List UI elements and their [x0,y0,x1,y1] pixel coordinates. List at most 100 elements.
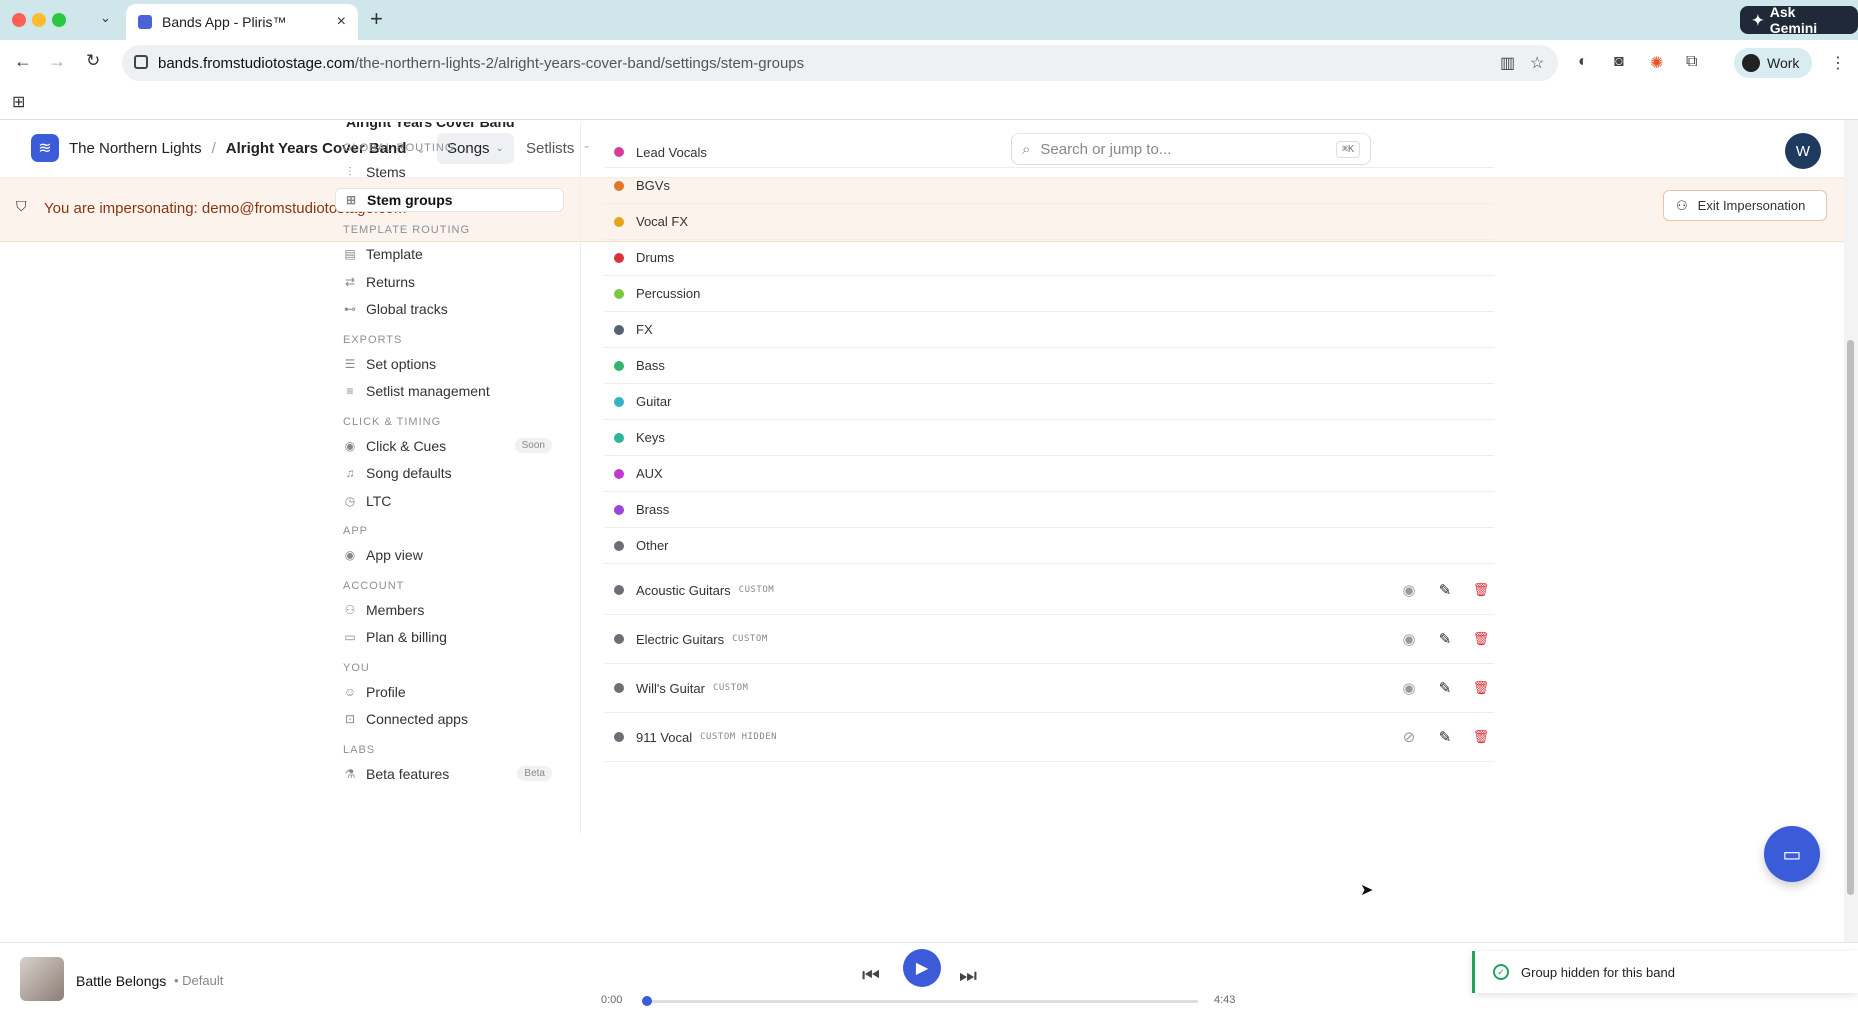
bookmark-star-icon[interactable]: ☆ [1530,53,1544,73]
eye-icon[interactable]: ◉ [1400,679,1418,697]
sidebar-item-global-tracks[interactable]: ⊷ Global tracks [335,297,564,321]
sidebar-section-heading: CLICK & TIMING [343,415,442,428]
sidebar-item-label: Beta features [366,765,450,782]
sidebar-item-returns[interactable]: ⇄ Returns [335,270,564,294]
minimize-window-button[interactable] [32,13,46,27]
previous-track-icon[interactable]: ⏮ [862,965,880,988]
sidebar-item-profile[interactable]: ☺ Profile [335,680,564,704]
chat-support-button[interactable]: ▭ [1764,826,1820,882]
color-dot-icon [614,324,624,335]
song-title[interactable]: Battle Belongs [76,973,166,989]
time-total: 4:43 [1214,994,1236,1006]
stem-group-name: 911 Vocal [636,729,693,745]
stem-group-name: Bass [636,358,665,373]
eye-off-icon[interactable]: ⊘ [1400,728,1418,746]
sidebar-item-ltc[interactable]: ◷ LTC [335,489,564,513]
custom-tag: CUSTOM [738,585,775,595]
sidebar-item-badge: Beta [517,766,552,781]
sidebar-item-connected-apps[interactable]: ⊡ Connected apps [335,707,564,731]
apps-grid-icon[interactable]: ⊞ [12,92,25,112]
pencil-icon[interactable]: ✎ [1436,581,1454,599]
stem-group-name: AUX [636,466,663,481]
maximize-window-button[interactable] [52,13,66,27]
profile-avatar [1742,54,1760,72]
song-artwork [20,957,64,1001]
eye-icon[interactable]: ◉ [1400,630,1418,648]
site-settings-icon[interactable] [134,55,148,69]
check-circle-icon: ✓ [1493,964,1509,980]
extension-icon[interactable]: ◐ [1578,53,1588,71]
chevron-down-icon: ⌄ [582,140,591,151]
trash-icon[interactable]: 🗑 [1472,729,1490,745]
stem-group-row: Brass [604,492,1494,528]
sidebar-item-beta-features[interactable]: ⚗ Beta features Beta [335,762,564,786]
stem-group-row: Vocal FX [604,204,1494,240]
sidebar-item-click-cues[interactable]: ◉ Click & Cues Soon [335,434,564,458]
browser-menu-icon[interactable]: ⋮ [1830,53,1846,73]
sidebar-item-label: Connected apps [366,711,468,727]
sidebar-item-stem-groups[interactable]: ⊞ Stem groups [335,187,564,212]
custom-stem-group-row: Acoustic Guitars CUSTOM ◉ ✎ 🗑 [604,566,1494,615]
progress-knob[interactable] [642,996,652,1006]
sidebar-item-app-view[interactable]: ◉ App view [335,543,564,567]
trash-icon[interactable]: 🗑 [1472,631,1490,647]
scrollbar-thumb[interactable] [1847,340,1854,895]
flask-icon: ⚗ [344,766,356,781]
ask-gemini-button[interactable]: ✦ Ask Gemini [1740,4,1858,36]
close-tab-icon[interactable]: × [337,13,346,31]
trash-icon[interactable]: 🗑 [1472,582,1490,598]
address-bar[interactable]: bands.fromstudiotostage.com/the-northern… [122,45,1558,81]
sidebar-item-label: Members [366,601,425,618]
eye-icon[interactable]: ◉ [1400,581,1418,599]
exit-impersonation-button[interactable]: ⚇ Exit Impersonation [1663,190,1827,221]
back-arrow-icon[interactable]: ← [14,51,32,72]
close-window-button[interactable] [12,13,26,27]
sidebar-item-label: Stem groups [367,191,453,208]
browser-tab[interactable]: Bands App - Pliris™ × [126,4,358,40]
sidebar-item-set-options[interactable]: ☰ Set options [335,352,564,376]
chat-icon: ▭ [1782,843,1802,866]
progress-slider[interactable] [642,996,1198,1006]
reload-icon[interactable]: ↻ [86,51,100,71]
stem-group-name: Will's Guitar [636,680,705,696]
sidebar-item-stems[interactable]: ⫶ Stems [335,160,564,184]
app-logo-icon[interactable]: ≋ [31,134,59,162]
sidebar-item-template[interactable]: ▤ Template [335,242,564,266]
custom-stem-group-row: Will's Guitar CUSTOM ◉ ✎ 🗑 [604,664,1494,713]
camera-icon[interactable]: ◙ [1614,53,1624,71]
play-button[interactable]: ▶ [903,949,941,987]
stem-groups-list: Lead Vocals BGVs Vocal FX Drums Percussion FX… [604,122,1494,834]
sidebar-item-setlist-management[interactable]: ≡ Setlist management [335,379,564,403]
stem-group-name: Drums [636,250,675,265]
sidebar-item-plan-billing[interactable]: ▭ Plan & billing [335,625,564,649]
pencil-icon[interactable]: ✎ [1436,630,1454,648]
trash-icon[interactable]: 🗑 [1472,680,1490,696]
time-current: 0:00 [601,994,623,1006]
tab-list-chevron-icon[interactable]: ⌄ [100,10,111,26]
extensions-puzzle-icon[interactable]: ⧉ [1686,53,1697,71]
next-track-icon[interactable]: ⏭ [959,965,977,988]
color-dot-icon [614,288,624,299]
sidebar-item-song-defaults[interactable]: ♫ Song defaults [335,461,564,485]
sidebar-item-members[interactable]: ⚇ Members [335,598,564,622]
breadcrumb-org[interactable]: The Northern Lights [69,140,202,157]
stem-group-row: Lead Vocals [604,137,1494,168]
favicon-icon [138,15,152,29]
stem-group-name: Guitar [636,394,672,409]
new-tab-button[interactable]: + [370,6,383,32]
user-avatar[interactable]: W [1785,133,1821,169]
color-dot-icon [614,468,624,479]
reader-mode-icon[interactable]: ▥ [1500,53,1515,73]
row-actions: ◉ ✎ 🗑 [1400,581,1490,599]
pencil-icon[interactable]: ✎ [1436,728,1454,746]
sidebar-band-title[interactable]: Alright Years Cover Band [346,122,515,130]
sliders-icon: ☰ [344,356,356,371]
sidebar-section-heading: LABS [343,743,376,756]
pencil-icon[interactable]: ✎ [1436,679,1454,697]
browser-profile-button[interactable]: Work [1734,48,1812,78]
url-path: /the-northern-lights-2/alright-years-cov… [354,54,805,72]
forward-arrow-icon[interactable]: → [48,51,66,72]
claude-icon[interactable]: ✺ [1650,53,1663,73]
bookmarks-bar [0,86,1858,120]
stem-group-name: Electric Guitars [636,631,725,647]
